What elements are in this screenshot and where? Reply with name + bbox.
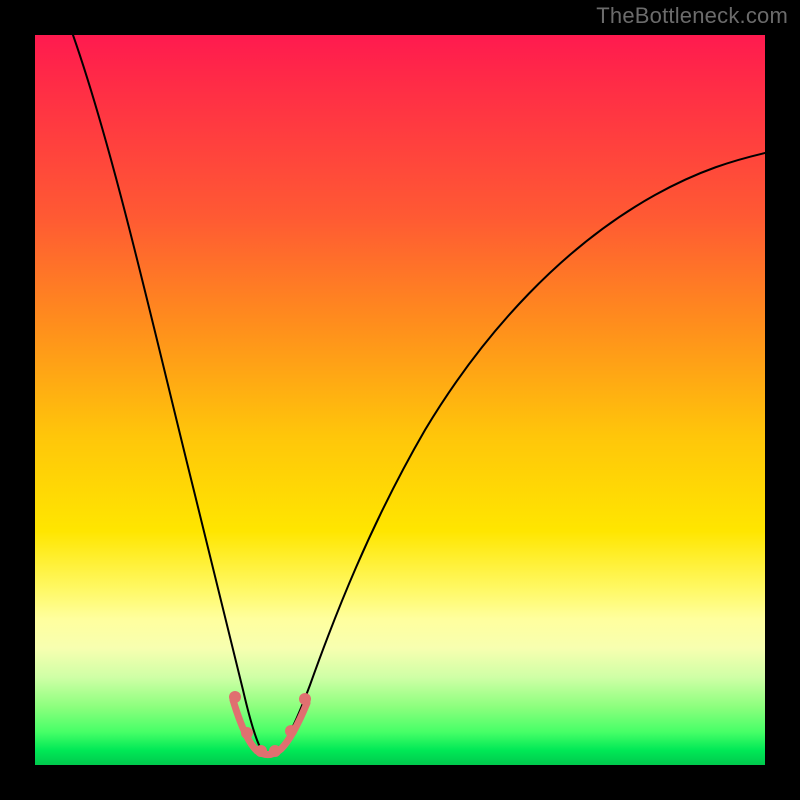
- bottleneck-curve: [73, 35, 765, 756]
- marker-dot: [229, 691, 241, 703]
- marker-dot: [285, 725, 297, 737]
- watermark-text: TheBottleneck.com: [596, 3, 788, 29]
- marker-dot: [269, 745, 281, 757]
- curve-svg: [35, 35, 765, 765]
- marker-dot: [241, 727, 253, 739]
- marker-dot: [255, 745, 267, 757]
- plot-area: [35, 35, 765, 765]
- trough-highlight: [233, 700, 307, 755]
- marker-dot: [299, 693, 311, 705]
- chart-root: TheBottleneck.com: [0, 0, 800, 800]
